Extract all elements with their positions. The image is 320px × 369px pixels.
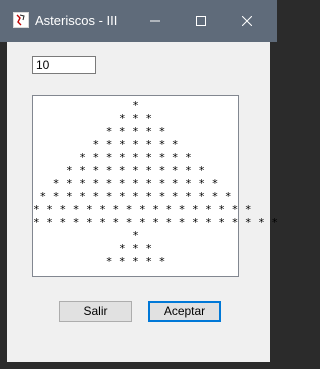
maximize-icon: [196, 16, 206, 26]
minimize-button[interactable]: [132, 0, 178, 42]
number-input[interactable]: [32, 56, 96, 74]
title-bar[interactable]: Asteriscos - III: [0, 0, 277, 42]
asterisk-line: * * * * * * * * * * * * *: [52, 177, 219, 190]
asterisk-line: * * *: [118, 242, 153, 255]
asterisk-output: * * * * * * * * * * * * * * * * * * * * …: [32, 95, 279, 277]
close-icon: [242, 16, 252, 26]
asterisk-line: * * * * *: [105, 125, 166, 138]
asterisk-line: * * * * * * * * * * * * * * *: [39, 190, 232, 203]
salir-button[interactable]: Salir: [59, 301, 132, 322]
asterisk-line: * * * * * * * * * * * * * * * * * * *: [33, 216, 279, 229]
minimize-icon: [150, 20, 160, 22]
app-icon: [13, 12, 29, 28]
asterisk-line: * * *: [118, 112, 153, 125]
maximize-button[interactable]: [178, 0, 224, 42]
asterisk-line: *: [132, 99, 139, 112]
window-title: Asteriscos - III: [35, 13, 118, 28]
asterisk-line: * * * * * * * * * * * * * * * * *: [33, 203, 252, 216]
asterisk-line: * * * * * * * * * * *: [65, 164, 206, 177]
asterisk-line: * * * * * * * * *: [79, 151, 192, 164]
app-window: Asteriscos - III * * * * * * * * * * * *…: [0, 0, 279, 369]
client-area: * * * * * * * * * * * * * * * * * * * * …: [7, 42, 279, 362]
aceptar-button[interactable]: Aceptar: [148, 301, 221, 322]
close-button[interactable]: [224, 0, 270, 42]
asterisk-line: * * * * *: [105, 255, 166, 268]
asterisk-line: * * * * * * *: [92, 138, 179, 151]
asterisk-line: *: [132, 229, 139, 242]
